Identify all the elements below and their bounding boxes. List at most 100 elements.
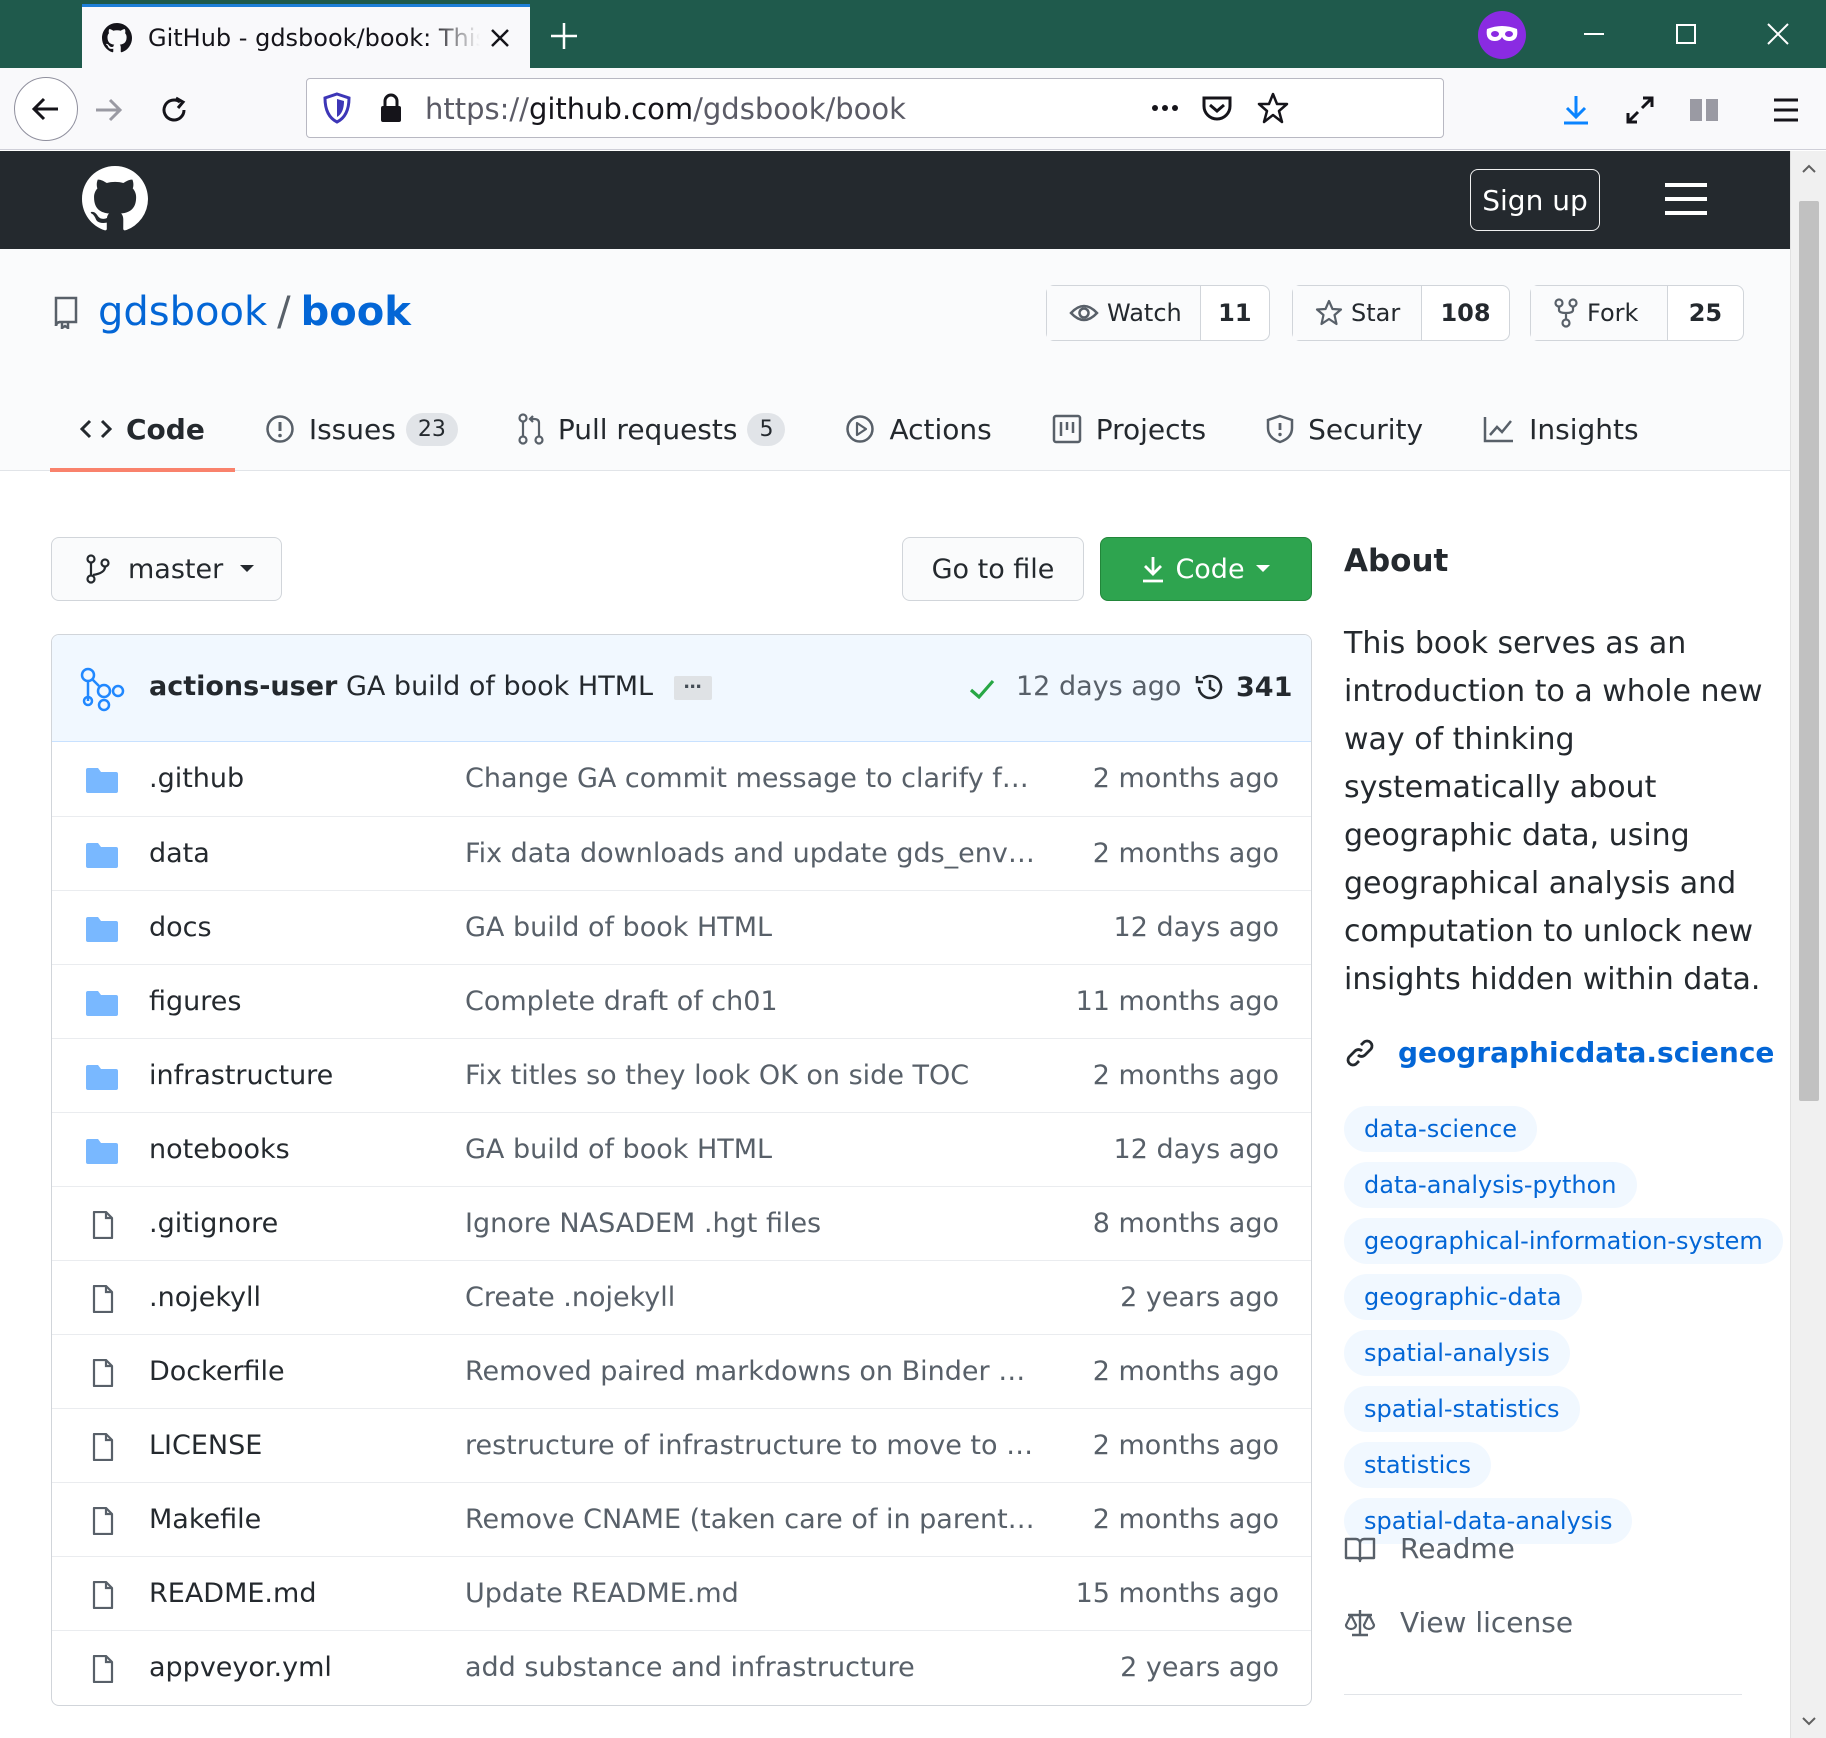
url-bar[interactable]: https://github.com/gdsbook/book [306,78,1444,138]
bookmark-star-icon[interactable] [1255,90,1291,126]
star-button[interactable]: Star [1293,286,1422,340]
scroll-down-arrow-icon[interactable] [1799,1711,1819,1731]
file-commit-message-link[interactable]: Fix titles so they look OK on side TOC [465,1060,1035,1091]
topic-tag[interactable]: geographic-data [1344,1274,1582,1320]
file-commit-message-link[interactable]: restructure of infrastructure to move to… [465,1430,1035,1461]
readme-link[interactable]: Readme [1344,1532,1515,1565]
file-name-link[interactable]: .github [149,763,244,794]
topic-tag[interactable]: statistics [1344,1442,1491,1488]
file-commit-message-link[interactable]: GA build of book HTML [465,1134,1035,1165]
file-name-link[interactable]: data [149,838,210,869]
tab-pull-requests[interactable]: Pull requests 5 [488,387,816,471]
license-link[interactable]: View license [1344,1606,1573,1639]
downloads-button[interactable] [1548,82,1604,138]
file-commit-message-link[interactable]: Fix data downloads and update gds_env fo… [465,838,1035,869]
file-name-link[interactable]: Dockerfile [149,1356,285,1387]
fork-count[interactable]: 25 [1667,286,1743,340]
file-name-link[interactable]: .gitignore [149,1208,278,1239]
tab-projects[interactable]: Projects [1022,387,1236,471]
tab-actions[interactable]: Actions [815,387,1021,471]
star-count[interactable]: 108 [1422,286,1509,340]
page-actions-more-icon[interactable] [1147,90,1183,126]
page-scrollbar[interactable] [1790,151,1826,1738]
file-commit-message-link[interactable]: Change GA commit message to clarify furt… [465,763,1035,794]
minimize-window-icon[interactable] [1578,18,1610,50]
actions-user-avatar[interactable] [78,665,126,713]
file-name-link[interactable]: figures [149,986,241,1017]
new-tab-icon[interactable] [548,20,580,52]
topic-tag[interactable]: spatial-analysis [1344,1330,1570,1376]
file-commit-message-link[interactable]: Removed paired markdowns on Binder setup [465,1356,1035,1387]
file-name-link[interactable]: appveyor.yml [149,1652,332,1683]
code-download-button[interactable]: Code [1100,537,1312,601]
scrollbar-thumb[interactable] [1799,201,1819,1101]
file-name-link[interactable]: LICENSE [149,1430,262,1461]
file-commit-message-link[interactable]: add substance and infrastructure [465,1652,1035,1683]
file-commit-message-link[interactable]: Create .nojekyll [465,1282,1035,1313]
file-commit-message-link[interactable]: Remove CNAME (taken care of in parent re… [465,1504,1035,1535]
browser-tab-github[interactable]: GitHub - gdsbook/book: This book serves … [82,4,530,68]
commit-expand-button[interactable]: … [673,673,712,700]
fork-button[interactable]: Fork [1531,286,1668,340]
file-name-link[interactable]: .nojekyll [149,1282,261,1313]
close-window-icon[interactable] [1762,18,1794,50]
commit-time[interactable]: 12 days ago [1016,671,1181,702]
file-row[interactable]: figures Complete draft of ch01 11 months a… [52,964,1311,1038]
commit-author-link[interactable]: actions-user [149,671,337,702]
topic-tag[interactable]: data-science [1344,1106,1538,1152]
scroll-up-arrow-icon[interactable] [1799,159,1819,179]
topic-tag[interactable]: spatial-statistics [1344,1386,1580,1432]
file-name-link[interactable]: notebooks [149,1134,290,1165]
forward-button[interactable] [80,82,136,138]
pocket-icon[interactable] [1199,90,1235,126]
file-commit-message-link[interactable]: Update README.md [465,1578,1035,1609]
file-commit-message-link[interactable]: Complete draft of ch01 [465,986,1035,1017]
tab-issues[interactable]: Issues 23 [235,387,488,471]
file-row[interactable]: README.md Update README.md 15 months ago [52,1556,1311,1630]
hamburger-menu-icon[interactable] [1665,181,1707,217]
reader-view-button[interactable] [1676,82,1732,138]
file-row[interactable]: LICENSE restructure of infrastructure to … [52,1408,1311,1482]
tab-security[interactable]: Security [1236,387,1453,471]
watch-button[interactable]: Watch [1047,286,1201,340]
sign-up-button[interactable]: Sign up [1470,169,1600,231]
file-commit-message-link[interactable]: Ignore NASADEM .hgt files [465,1208,1035,1239]
github-logo-icon[interactable] [82,166,148,232]
repo-owner-link[interactable]: gdsbook [98,289,267,335]
url-text[interactable]: https://github.com/gdsbook/book [425,92,906,126]
file-name-link[interactable]: docs [149,912,212,943]
topic-tag[interactable]: data-analysis-python [1344,1162,1637,1208]
check-icon[interactable] [968,675,996,703]
lock-icon[interactable] [373,90,409,126]
reload-button[interactable] [146,82,202,138]
commit-message-link[interactable]: GA build of book HTML [346,671,653,702]
watch-count[interactable]: 11 [1200,286,1269,340]
branch-select-button[interactable]: master [51,537,282,601]
repo-name-link[interactable]: book [301,289,411,335]
file-row[interactable]: Dockerfile Removed paired markdowns on Bi… [52,1334,1311,1408]
file-row[interactable]: .gitignore Ignore NASADEM .hgt files 8 mon… [52,1186,1311,1260]
file-name-link[interactable]: infrastructure [149,1060,333,1091]
fullscreen-button[interactable] [1612,82,1668,138]
tracking-protection-shield-icon[interactable] [319,90,355,126]
file-row[interactable]: Makefile Remove CNAME (taken care of in p… [52,1482,1311,1556]
file-name-link[interactable]: Makefile [149,1504,261,1535]
file-row[interactable]: .nojekyll Create .nojekyll 2 years ago [52,1260,1311,1334]
file-commit-message-link[interactable]: GA build of book HTML [465,912,1035,943]
file-row[interactable]: notebooks GA build of book HTML 12 days ag… [52,1112,1311,1186]
back-button[interactable] [14,77,78,141]
go-to-file-button[interactable]: Go to file [902,537,1084,601]
file-row[interactable]: docs GA build of book HTML 12 days ago [52,890,1311,964]
maximize-window-icon[interactable] [1670,18,1702,50]
website-link[interactable]: geographicdata.science [1344,1036,1774,1069]
tab-code[interactable]: Code [50,387,235,472]
file-name-link[interactable]: README.md [149,1578,316,1609]
file-row[interactable]: appveyor.yml add substance and infrastruc… [52,1630,1311,1704]
file-row[interactable]: .github Change GA commit message to clari… [52,742,1311,816]
close-tab-icon[interactable] [486,24,514,52]
file-row[interactable]: infrastructure Fix titles so they look OK… [52,1038,1311,1112]
topic-tag[interactable]: geographical-information-system [1344,1218,1783,1264]
commit-history-link[interactable]: 341 [1194,671,1292,703]
tab-insights[interactable]: Insights [1453,387,1668,471]
file-row[interactable]: data Fix data downloads and update gds_en… [52,816,1311,890]
